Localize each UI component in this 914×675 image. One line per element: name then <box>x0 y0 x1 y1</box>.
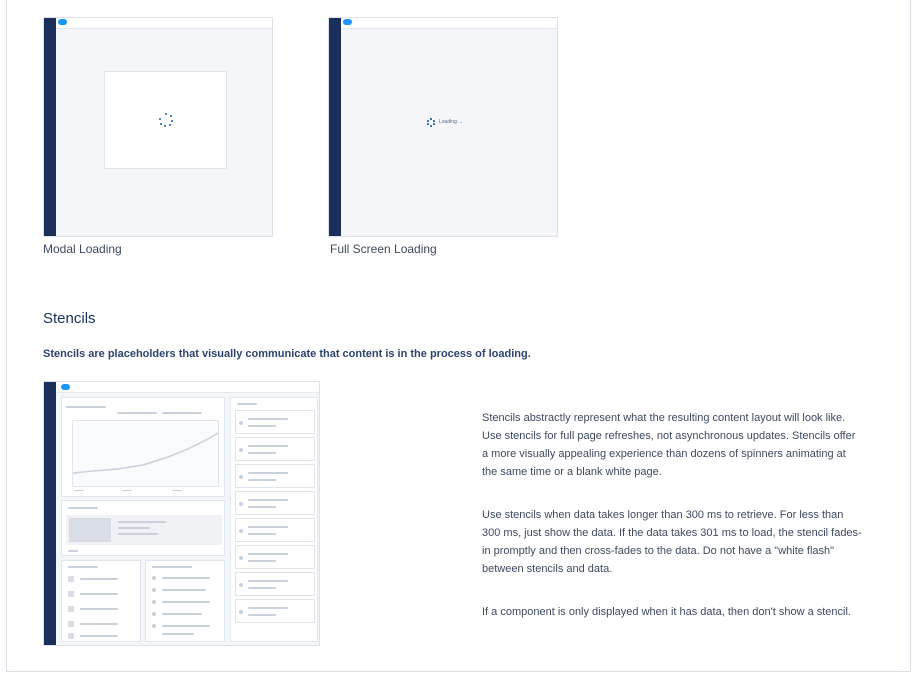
trend-line <box>72 432 219 474</box>
app-header <box>56 382 319 393</box>
stencil-chart-area <box>72 420 219 487</box>
section-title: Stencils <box>43 310 96 327</box>
full-screen-loading-example: Loading ... <box>328 17 558 237</box>
spinner-icon <box>427 118 435 127</box>
stencil-detail-card <box>61 500 225 556</box>
spinner-icon <box>159 113 173 127</box>
stencil-example <box>43 381 320 646</box>
app-nav-bar <box>329 18 341 236</box>
salesforce-cloud-icon <box>61 384 70 390</box>
stencil-list-card <box>61 560 141 642</box>
modal-loading-caption: Modal Loading <box>43 242 122 256</box>
stencil-image-placeholder <box>69 518 111 542</box>
full-screen-loading-caption: Full Screen Loading <box>330 242 437 256</box>
stencil-description: Stencils abstractly represent what the r… <box>482 412 856 478</box>
modal-loading-example <box>43 17 273 237</box>
app-nav-bar <box>44 18 56 236</box>
stencil-sidebar <box>230 397 318 642</box>
salesforce-cloud-icon <box>58 19 67 25</box>
stencil-data-guidance: If a component is only displayed when it… <box>482 606 851 618</box>
stencil-timing-guidance: Use stencils when data takes longer than… <box>482 509 862 575</box>
app-header <box>56 18 272 29</box>
salesforce-cloud-icon <box>343 19 352 25</box>
stencil-activity-card <box>145 560 225 642</box>
app-nav-bar <box>44 382 56 645</box>
stencil-chart-card <box>61 397 225 497</box>
app-header <box>341 18 557 29</box>
loading-indicator: Loading ... <box>427 118 463 127</box>
modal-dialog <box>104 71 227 169</box>
section-lead: Stencils are placeholders that visually … <box>43 348 531 360</box>
loading-label: Loading ... <box>439 119 463 125</box>
